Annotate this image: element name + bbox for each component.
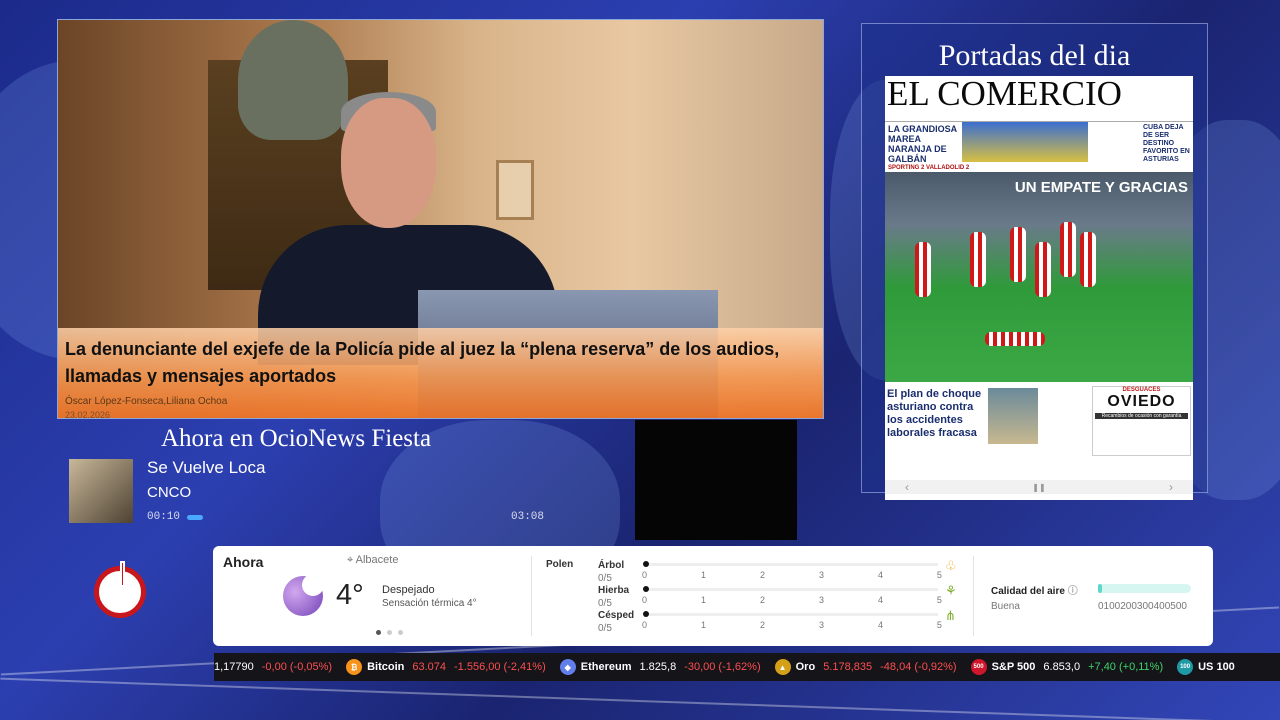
tree-icon: ♧ — [945, 558, 957, 573]
ticker-item: 1,17790 -0,00 (-0,05%) — [214, 661, 332, 673]
weather-description: Despejado — [382, 584, 435, 596]
ticker-item: ◆ Ethereum 1.825,8 -30,00 (-1,62%) — [559, 659, 761, 675]
ticker-name: Bitcoin — [367, 661, 405, 673]
polen-row: Hierba 0/5 012345 ⚘ — [598, 583, 957, 611]
song-title: Se Vuelve Loca — [147, 458, 266, 477]
total-time: 03:08 — [511, 511, 545, 523]
ticker-item: ₿ Bitcoin 63.074 -1.556,00 (-2,41%) — [346, 659, 546, 675]
front-pages-title: Portadas del dia — [938, 39, 1131, 72]
gold-icon: ▲ — [774, 659, 791, 675]
now-playing: Ahora en OcioNews Fiesta Se Vuelve Loca … — [69, 420, 549, 538]
newspaper-name: EL COMERCIO — [887, 76, 1122, 113]
cover-bottom-photo — [988, 388, 1038, 444]
moon-icon — [302, 574, 324, 596]
news-headline[interactable]: La denunciante del exjefe de la Policía … — [65, 336, 816, 390]
polen-name: Hierba — [598, 585, 630, 596]
temperature: 4° — [336, 579, 364, 611]
air-quality-bar — [1098, 584, 1191, 593]
ticker-name: US 100 — [1198, 661, 1235, 673]
next-cover-icon[interactable]: › — [1169, 480, 1173, 494]
info-icon[interactable]: ⓘ — [1068, 586, 1078, 597]
cover-bottom-headline: El plan de choque asturiano contra los a… — [887, 388, 982, 439]
weather-title: Ahora — [223, 554, 264, 570]
elapsed-time: 00:10 — [147, 511, 181, 523]
polen-value: 0/5 — [598, 623, 612, 634]
weather-location: ⌖ Albacete — [347, 554, 399, 566]
news-authors: Óscar López-Fonseca,Liliana Ochoa — [65, 396, 228, 407]
ticker-change: +7,40 (+0,11%) — [1088, 661, 1164, 673]
ticker-item: 500 S&P 500 6.853,0 +7,40 (+0,11%) — [970, 659, 1164, 675]
weather-widget: Ahora ⌖ Albacete 4° Despejado Sensación … — [213, 546, 1213, 646]
news-date: 23.02.2026 — [65, 410, 111, 419]
song-artist: CNCO — [147, 484, 192, 501]
pager-dot[interactable] — [387, 630, 392, 635]
polen-marker — [643, 586, 649, 592]
air-quality-label: Calidad del aire — [991, 586, 1065, 597]
ticker-name: S&P 500 — [991, 661, 1036, 673]
ticker-price: 6.853,0 — [1043, 661, 1081, 673]
polen-value: 0/5 — [598, 598, 612, 609]
air-quality-value: Buena — [991, 601, 1020, 612]
album-cover — [69, 459, 133, 523]
ticker-item: 100 US 100 — [1177, 659, 1243, 675]
polen-row: Césped 0/5 012345 ⋔ — [598, 608, 956, 636]
polen-name: Césped — [598, 610, 635, 621]
newspaper-cover[interactable]: EL COMERCIO LA GRANDIOSA MAREA NARANJA D… — [885, 76, 1193, 500]
sp500-icon: 500 — [970, 659, 987, 675]
ticker-price: 1,17790 — [214, 661, 254, 673]
grass-icon: ⚘ — [945, 583, 957, 598]
ethereum-icon: ◆ — [559, 659, 576, 675]
ticker-change: -1.556,00 (-2,41%) — [454, 661, 546, 673]
progress-bar — [187, 515, 203, 520]
cover-photo-football: UN EMPATE Y GRACIAS — [885, 172, 1193, 382]
ticker-price: 5.178,835 — [823, 661, 873, 673]
cover-photo-crowd — [962, 122, 1088, 162]
ticker-change: -30,00 (-1,62%) — [684, 661, 761, 673]
cover-main-headline: UN EMPATE Y GRACIAS — [1014, 179, 1188, 196]
cover-nav: ‹ ❚❚ › — [885, 480, 1193, 494]
bitcoin-icon: ₿ — [346, 659, 363, 675]
ticker-item: ▲ Oro 5.178,835 -48,04 (-0,92%) — [774, 659, 957, 675]
air-quality-scale: 0100200300400500 — [1098, 601, 1187, 612]
weather-pager[interactable] — [376, 630, 403, 635]
front-pages-panel: Portadas del dia EL COMERCIO LA GRANDIOS… — [861, 23, 1208, 500]
cover-headline-left: LA GRANDIOSA MAREA NARANJA DE GALBÁN — [888, 124, 957, 164]
pager-dot[interactable] — [376, 630, 381, 635]
air-quality-title: Calidad del aire ⓘ — [991, 582, 1078, 597]
ticker-price: 1.825,8 — [639, 661, 677, 673]
pager-dot[interactable] — [398, 630, 403, 635]
video-placeholder — [635, 420, 797, 540]
ad-name: OVIEDO — [1107, 393, 1176, 410]
prev-cover-icon[interactable]: ‹ — [905, 480, 909, 494]
market-ticker: 1,17790 -0,00 (-0,05%) ₿ Bitcoin 63.074 … — [214, 653, 1280, 681]
lawn-icon: ⋔ — [945, 608, 956, 623]
cover-section: SPORTING 2 VALLADOLID 2 — [888, 165, 970, 171]
pause-icon[interactable]: ❚❚ — [1032, 483, 1045, 492]
ticker-change: -48,04 (-0,92%) — [880, 661, 957, 673]
ticker-price: 63.074 — [412, 661, 447, 673]
feels-like: Sensación térmica 4° — [382, 598, 477, 609]
cover-headline-right: CUBA DEJA DE SER DESTINO FAVORITO EN AST… — [1143, 124, 1190, 163]
news-panel[interactable]: La denunciante del exjefe de la Policía … — [57, 19, 824, 419]
ticker-name: Oro — [795, 661, 816, 673]
power-icon — [120, 561, 125, 587]
polen-marker — [643, 561, 649, 567]
news-caption: La denunciante del exjefe de la Policía … — [58, 328, 823, 418]
polen-name: Árbol — [598, 560, 625, 571]
ad-subtitle: Recambios de ocasión con garantía — [1095, 413, 1188, 419]
now-playing-header: Ahora en OcioNews Fiesta — [161, 425, 432, 452]
location-text: Albacete — [355, 554, 399, 566]
ticker-change: -0,00 (-0,05%) — [261, 661, 333, 673]
polen-row: Árbol 0/5 012345 ♧ — [598, 558, 957, 586]
polen-value: 0/5 — [598, 573, 612, 584]
ticker-name: Ethereum — [580, 661, 632, 673]
power-button[interactable] — [94, 561, 146, 618]
polen-marker — [643, 611, 649, 617]
cover-ad: DESGUACES OVIEDO Recambios de ocasión co… — [1092, 386, 1191, 456]
polen-label: Polen — [546, 559, 574, 570]
us100-icon: 100 — [1177, 659, 1194, 675]
